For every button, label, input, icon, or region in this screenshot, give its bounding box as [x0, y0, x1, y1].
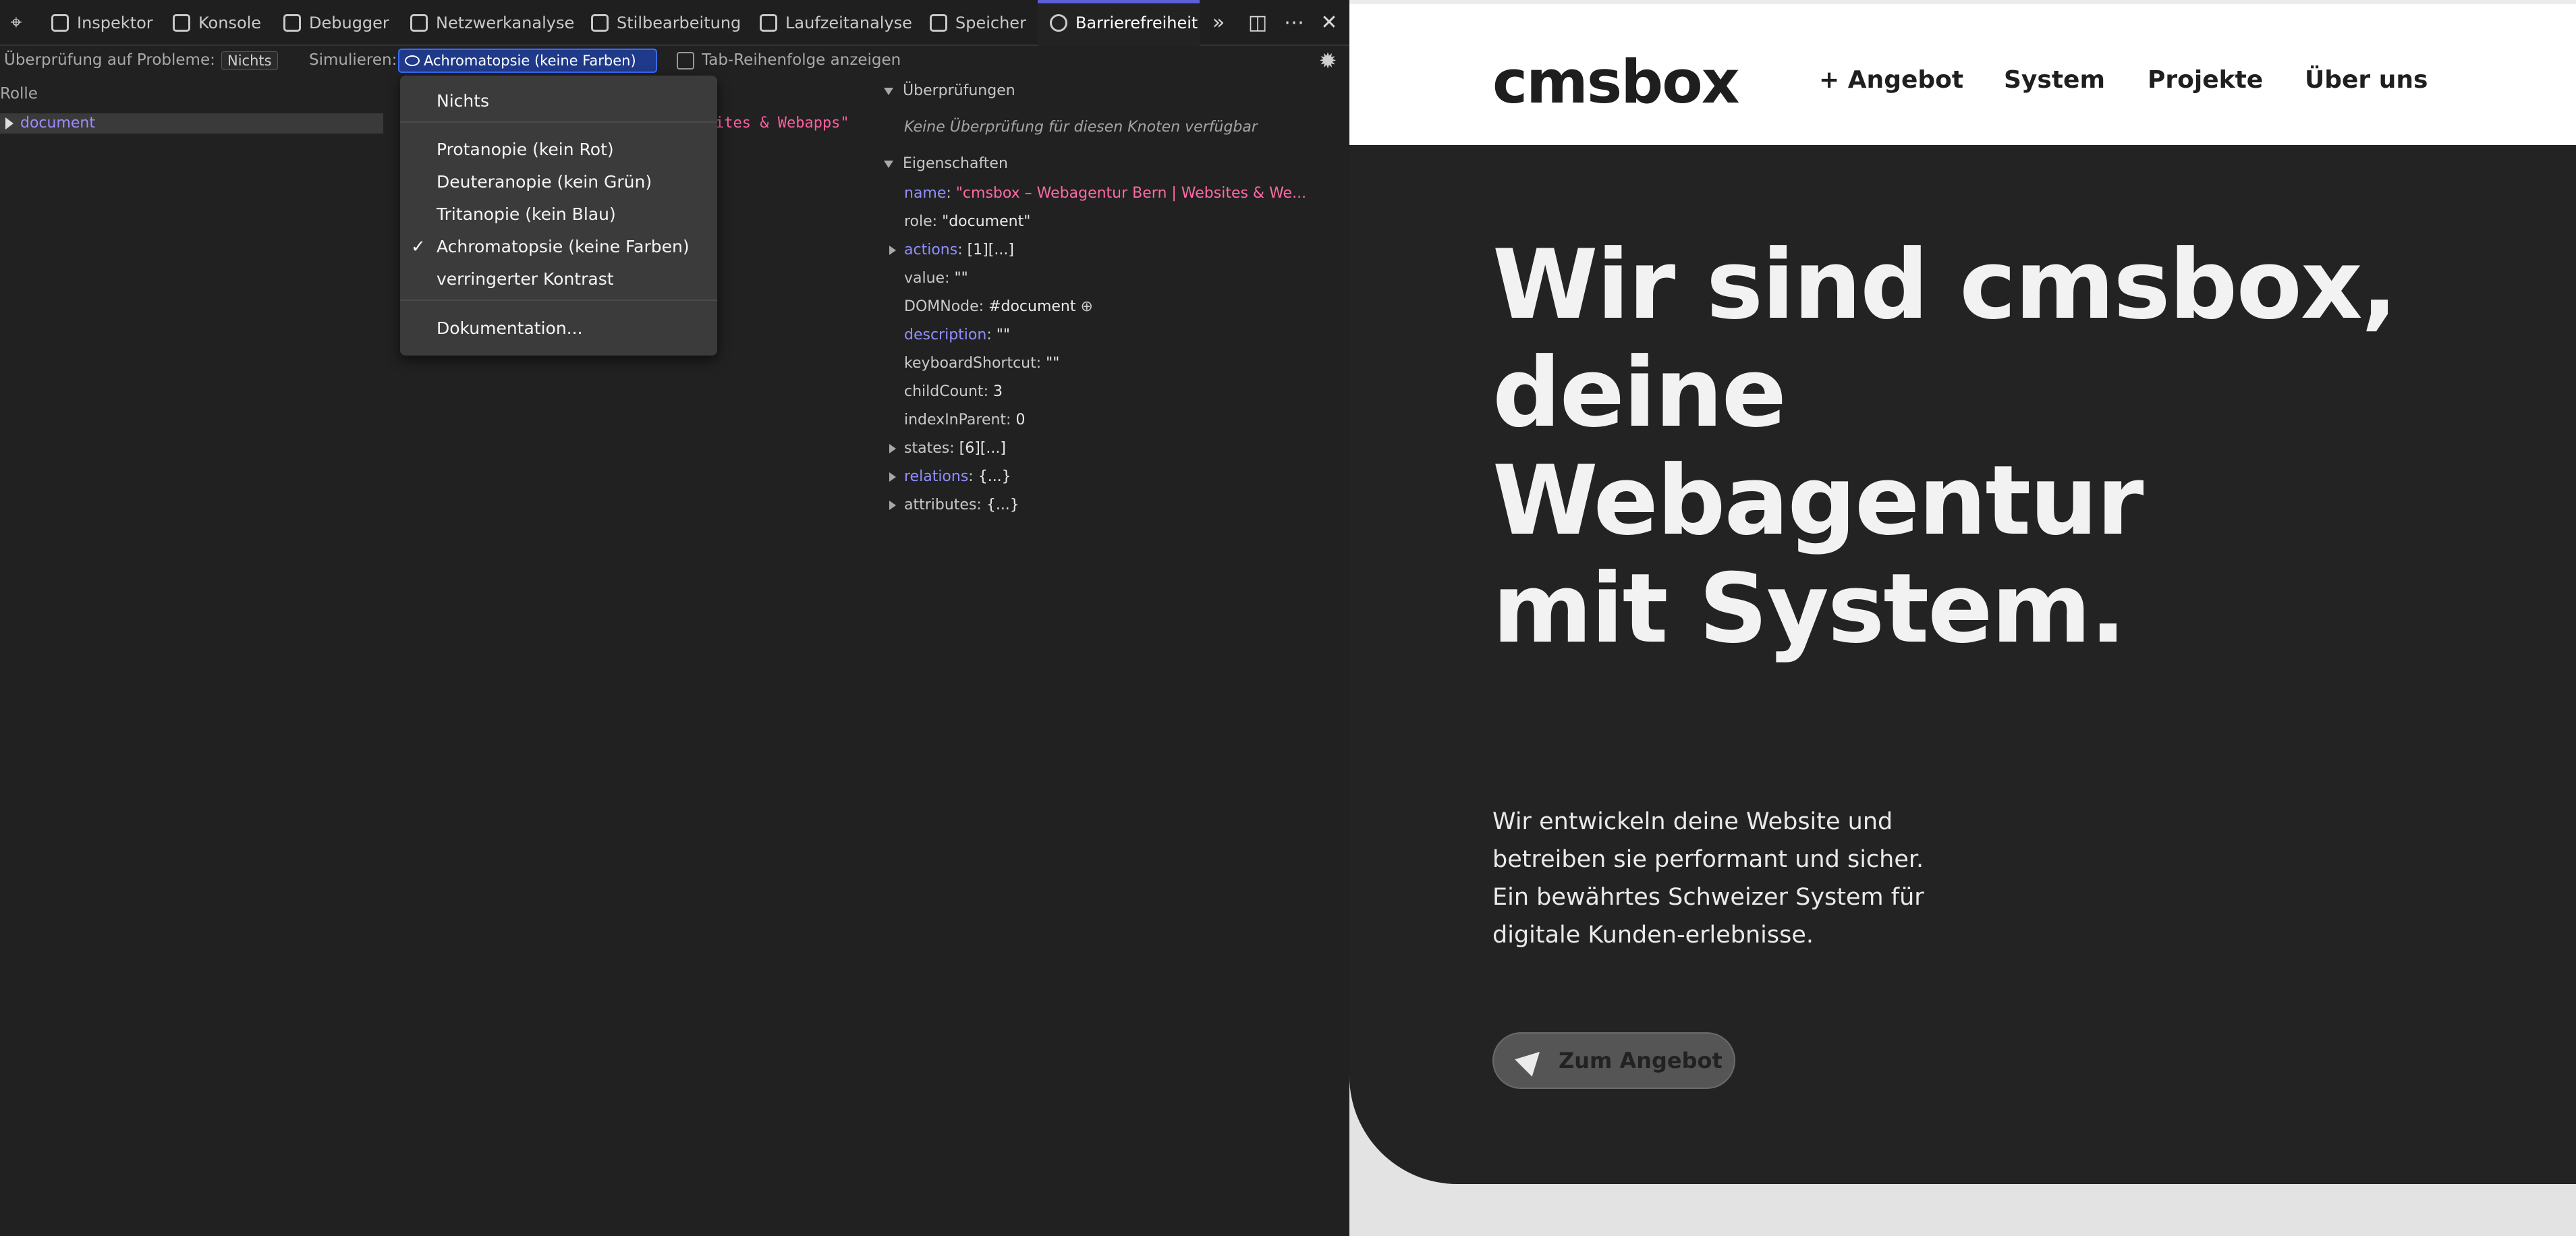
menu-item-tritanopie[interactable]: Tritanopie (kein Blau)	[400, 199, 717, 230]
site-header: cmsbox + Angebot System Projekte Über un…	[1349, 0, 2576, 145]
collapse-icon	[884, 87, 893, 95]
check-select[interactable]: Nichts	[221, 51, 278, 70]
hero-section: Wir sind cmsbox, deine Webagentur mit Sy…	[1349, 145, 2576, 1184]
prop-row[interactable]: childCount: 3	[904, 383, 1003, 400]
prop-row[interactable]: attributes: {...}	[889, 497, 1019, 513]
prop-row[interactable]: actions: [1][...]	[889, 242, 1014, 258]
accessibility-icon	[1050, 14, 1067, 32]
prop-row[interactable]: value: ""	[904, 270, 968, 287]
style-editor-icon	[591, 14, 609, 32]
menu-item-protanopie[interactable]: Protanopie (kein Rot)	[400, 134, 717, 165]
collapse-icon	[884, 160, 893, 168]
checkmark-icon: ✓	[411, 237, 426, 257]
expand-arrow-icon[interactable]	[889, 501, 896, 510]
cta-button[interactable]: Zum Angebot	[1492, 1032, 1735, 1089]
tree-node-role: document	[20, 115, 95, 132]
expand-arrow-icon[interactable]	[889, 472, 896, 482]
console-icon	[173, 14, 190, 32]
inspector-icon	[51, 14, 69, 32]
element-picker-icon[interactable]: ⌖	[4, 11, 28, 35]
nav-ueber-uns[interactable]: Über uns	[2305, 66, 2428, 94]
tree-row-document[interactable]: document	[0, 113, 383, 134]
prop-row[interactable]: indexInParent: 0	[904, 412, 1025, 428]
simulate-select[interactable]: Achromatopsie (keine Farben)	[398, 49, 657, 73]
nav-system[interactable]: System	[2004, 66, 2105, 94]
prop-row[interactable]: role: "document"	[904, 213, 1030, 230]
tab-netzwerkanalyse[interactable]: Netzwerkanalyse	[410, 0, 574, 46]
hero-text: Wir entwickeln deine Website und betreib…	[1492, 808, 1924, 949]
simulate-label: Simulieren:	[309, 51, 397, 69]
tab-laufzeitanalyse[interactable]: Laufzeitanalyse	[760, 0, 912, 46]
eye-icon	[405, 55, 420, 66]
menu-item-nichts[interactable]: Nichts	[400, 86, 717, 117]
menu-item-deuteranopie[interactable]: Deuteranopie (kein Grün)	[400, 167, 717, 198]
network-icon	[410, 14, 428, 32]
menu-divider	[400, 300, 717, 301]
tab-konsole[interactable]: Konsole	[173, 0, 261, 46]
menu-item-achromatopsie[interactable]: ✓ Achromatopsie (keine Farben)	[400, 231, 717, 262]
prop-row[interactable]: keyboardShortcut: ""	[904, 355, 1059, 372]
more-tabs-icon[interactable]: »	[1206, 11, 1231, 35]
close-icon[interactable]: ✕	[1317, 11, 1341, 35]
select-node-icon[interactable]: ⊕	[1081, 298, 1093, 315]
tab-stilbearbeitung[interactable]: Stilbearbeitung	[591, 0, 741, 46]
storage-icon	[930, 14, 947, 32]
performance-icon	[760, 14, 777, 32]
tree-header-role: Rolle	[0, 85, 38, 103]
dock-side-icon[interactable]: ◫	[1245, 11, 1270, 35]
devtools-panel: ⌖ Inspektor Konsole Debugger Netzwerkana…	[0, 0, 1349, 1236]
menu-item-documentation[interactable]: Dokumentation...	[400, 313, 717, 344]
tab-barrierefreiheit[interactable]: Barrierefreiheit	[1038, 0, 1200, 46]
checks-note: Keine Überprüfung für diesen Knoten verf…	[904, 119, 1258, 136]
prop-row[interactable]: states: [6][...]	[889, 440, 1006, 457]
send-icon	[1515, 1043, 1548, 1077]
expand-arrow-icon[interactable]	[889, 246, 896, 255]
tab-order-label: Tab-Reihenfolge anzeigen	[702, 51, 901, 69]
menu-dots-icon[interactable]: ⋯	[1282, 11, 1306, 35]
menu-item-contrast[interactable]: verringerter Kontrast	[400, 264, 717, 295]
prop-row[interactable]: name: "cmsbox – Webagentur Bern | Websit…	[904, 185, 1306, 202]
tree-node-name: ites & Webapps"	[715, 115, 849, 132]
website-viewport: cmsbox + Angebot System Projekte Über un…	[1349, 0, 2576, 1236]
simulate-dropdown-menu: Nichts Protanopie (kein Rot) Deuteranopi…	[400, 76, 717, 356]
expand-arrow-icon[interactable]	[889, 444, 896, 453]
tab-order-checkbox[interactable]	[677, 52, 694, 69]
tab-speicher[interactable]: Speicher	[930, 0, 1026, 46]
site-logo[interactable]: cmsbox	[1492, 47, 1739, 117]
hero-title: Wir sind cmsbox, deine Webagentur mit Sy…	[1492, 229, 2398, 665]
devtools-tabbar: ⌖ Inspektor Konsole Debugger Netzwerkana…	[0, 0, 1349, 46]
accessibility-toolbar: Überprüfung auf Probleme: Nichts Simulie…	[0, 47, 1349, 74]
prop-row[interactable]: description: ""	[904, 327, 1010, 343]
debugger-icon	[283, 14, 301, 32]
check-label: Überprüfung auf Probleme:	[4, 51, 215, 69]
menu-divider	[400, 121, 717, 123]
expand-arrow-icon[interactable]	[5, 117, 13, 130]
settings-gear-icon[interactable]: ✹	[1316, 49, 1340, 73]
nav-angebot[interactable]: + Angebot	[1819, 66, 1963, 94]
prop-row[interactable]: DOMNode: #document ⊕	[904, 298, 1093, 315]
tab-debugger[interactable]: Debugger	[283, 0, 389, 46]
prop-row[interactable]: relations: {...}	[889, 468, 1011, 485]
props-section-header[interactable]: Eigenschaften	[884, 155, 1008, 172]
tab-inspektor[interactable]: Inspektor	[51, 0, 153, 46]
checks-section-header[interactable]: Überprüfungen	[884, 82, 1015, 99]
nav-projekte[interactable]: Projekte	[2148, 66, 2263, 94]
